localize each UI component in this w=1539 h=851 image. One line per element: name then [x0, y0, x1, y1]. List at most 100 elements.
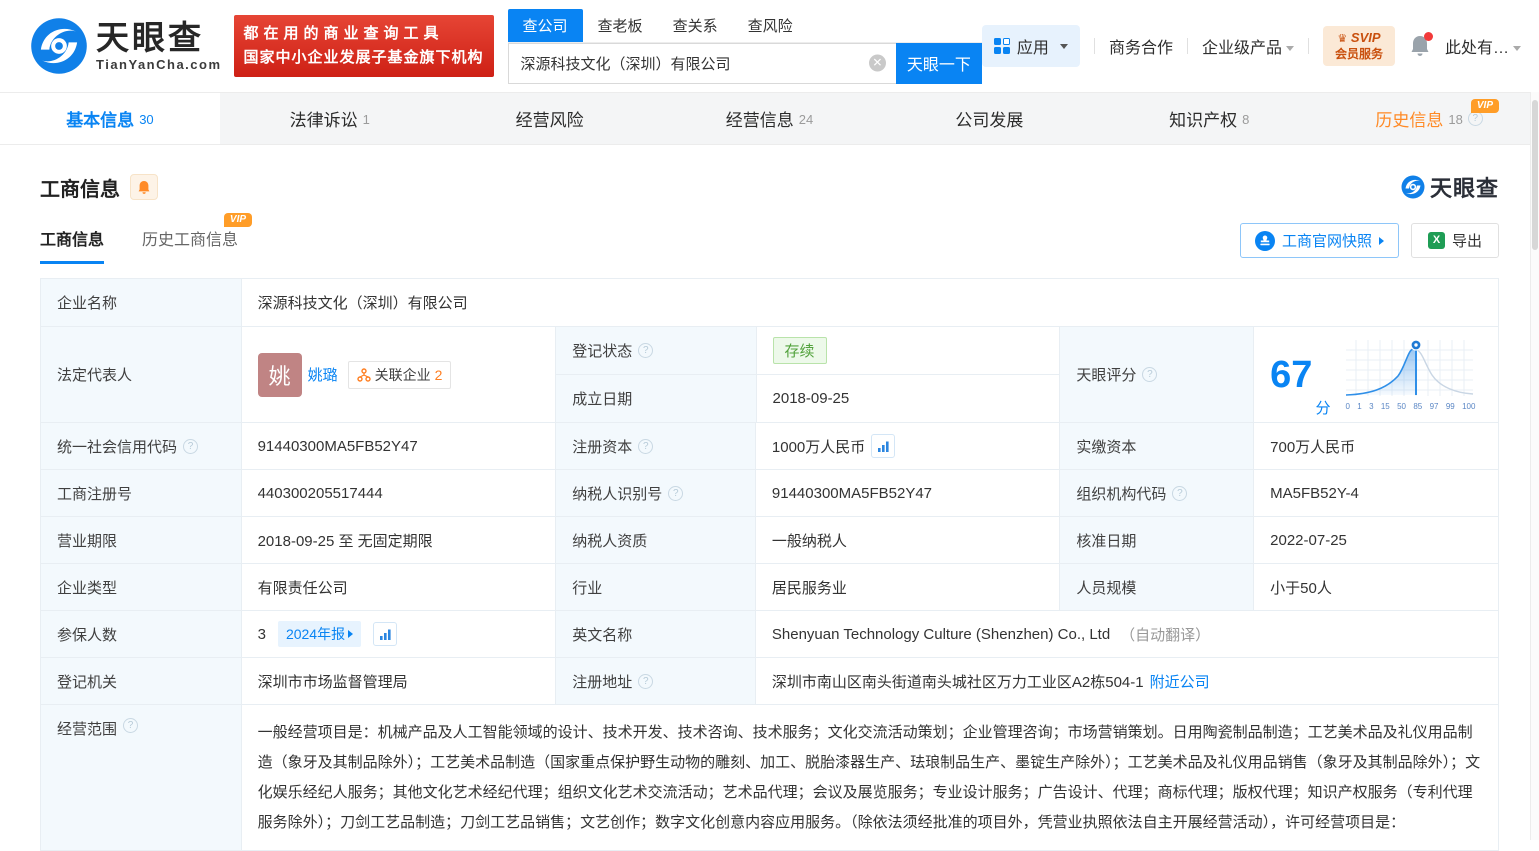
related-count: 2 [434, 366, 443, 383]
legal-rep-label: 法定代表人 [41, 327, 241, 422]
reg-no-value: 440300205517444 [240, 470, 556, 516]
reg-status-label-cell: 登记状态 [556, 327, 756, 374]
search-tab-relation[interactable]: 查关系 [658, 9, 733, 42]
excel-icon: X [1427, 232, 1445, 249]
reg-status-label: 登记状态 [572, 343, 633, 360]
tab-company-development[interactable]: 公司发展 [879, 93, 1099, 144]
subtab-history-registration[interactable]: VIP 历史工商信息 [142, 213, 253, 264]
help-icon[interactable] [668, 485, 684, 501]
uscc-label-cell: 统一社会信用代码 [41, 423, 241, 469]
help-icon[interactable] [638, 673, 654, 689]
establish-date-label: 成立日期 [556, 375, 756, 422]
nav-cooperation[interactable]: 商务合作 [1109, 34, 1173, 58]
crown-icon: ♛ [1337, 33, 1348, 45]
help-icon[interactable] [1467, 111, 1483, 126]
registry-value: 深圳市市场监督管理局 [240, 658, 556, 704]
registry-label: 登记机关 [41, 658, 241, 704]
nearby-companies-link[interactable]: 附近公司 [1150, 671, 1210, 692]
clear-search-icon[interactable]: ✕ [868, 54, 886, 72]
row-establish-date: 成立日期 2018-09-25 [556, 374, 1060, 422]
industry-label: 行业 [555, 564, 755, 610]
company-type-label: 企业类型 [41, 564, 241, 610]
scope-cell: 一般经营项目是：机械产品及人工智能领域的设计、技术开发、技术咨询、技术服务；文化… [240, 705, 1498, 850]
table-row-legal-rep: 法定代表人 姚 姚璐 关联企业 2 登记状态 存续 [41, 326, 1498, 422]
reg-capital-cell: 1000万人民币 [754, 423, 1060, 469]
tab-count: 18 [1448, 112, 1463, 127]
scope-value: 一般经营项目是：机械产品及人工智能领域的设计、技术开发、技术咨询、技术服务；文化… [257, 724, 1481, 831]
brand-text: 天眼查 TianYanCha.com [96, 20, 222, 72]
scope-label-cell: 经营范围 [41, 705, 241, 850]
search-box: ✕ [507, 42, 896, 84]
tab-operating-risk[interactable]: 经营风险 [440, 93, 660, 144]
avatar[interactable]: 姚 [257, 352, 302, 397]
help-icon[interactable] [638, 343, 654, 358]
industry-value: 居民服务业 [754, 564, 1060, 610]
tab-count: 8 [1242, 112, 1250, 127]
search-tab-company[interactable]: 查公司 [507, 8, 583, 42]
tab-intellectual-property[interactable]: 知识产权 8 [1099, 93, 1319, 144]
svip-member-badge[interactable]: ♛ SVIP 会员服务 [1322, 26, 1395, 66]
org-structure-icon [356, 367, 371, 382]
tab-basic-info[interactable]: 基本信息 30 [0, 93, 220, 144]
company-nav-tabs: 基本信息 30 法律诉讼 1 经营风险 经营信息 24 公司发展 知识产权 8 VIP … [0, 92, 1539, 145]
help-icon[interactable] [1172, 485, 1188, 501]
tab-count: 24 [798, 112, 814, 127]
taxpayer-id-label: 纳税人识别号 [572, 485, 663, 503]
en-name-cell: Shenyuan Technology Culture (Shenzhen) C… [754, 611, 1498, 657]
promo-line1: 都在用的商业查询工具 [243, 25, 444, 42]
score-label-cell: 天眼评分 [1059, 327, 1254, 422]
term-label: 营业期限 [41, 517, 241, 563]
search-tab-risk[interactable]: 查风险 [733, 9, 808, 42]
vip-badge: VIP [1470, 99, 1500, 113]
tianyancha-logo[interactable]: 天眼查 TianYanCha.com [30, 17, 222, 75]
tab-count: 30 [139, 112, 154, 127]
paid-capital-value: 700万人民币 [1253, 423, 1498, 469]
status-badge: 存续 [772, 337, 827, 364]
score-label: 天眼评分 [1076, 367, 1137, 384]
official-snapshot-button[interactable]: 工商官网快照 [1239, 223, 1399, 258]
user-menu[interactable]: 此处有… [1445, 34, 1521, 58]
export-label: 导出 [1451, 233, 1482, 250]
scrollbar-thumb[interactable] [1532, 100, 1538, 250]
help-icon[interactable] [183, 438, 199, 454]
address-cell: 深圳市南山区南头街道南头城社区万力工业区A2栋504-1 附近公司 [754, 658, 1498, 704]
help-icon[interactable] [1142, 367, 1158, 382]
divider [1093, 38, 1095, 54]
tab-history-info[interactable]: VIP 历史信息 18 [1319, 93, 1539, 144]
score-distribution-chart[interactable]: 0 1 3 15 50 85 97 99 100 [1342, 338, 1475, 411]
apps-menu[interactable]: 应用 [981, 25, 1080, 67]
table-row-insured: 参保人数 3 2024年报 英文名称 Shenyuan Technology C… [41, 610, 1498, 657]
watermark-logo: 天眼查 [1401, 171, 1499, 203]
subscribe-bell-icon[interactable] [130, 174, 158, 200]
help-icon[interactable] [123, 718, 139, 733]
help-icon[interactable] [638, 438, 654, 454]
row-reg-status: 登记状态 存续 [556, 327, 1059, 374]
user-name: 此处有… [1444, 40, 1509, 57]
export-button[interactable]: X 导出 [1410, 223, 1499, 258]
annual-report-chip[interactable]: 2024年报 [277, 621, 362, 647]
insured-trend-icon[interactable] [373, 622, 398, 646]
legal-rep-link[interactable]: 姚璐 [308, 364, 338, 385]
vip-badge: VIP [223, 213, 253, 227]
promo-line2: 国家中小企业发展子基金旗下机构 [243, 49, 484, 66]
related-companies-badge[interactable]: 关联企业 2 [347, 360, 452, 389]
subtab-label: 历史工商信息 [142, 232, 239, 249]
address-label: 注册地址 [572, 673, 633, 691]
score-cell[interactable]: 67 分 0 1 3 15 50 85 97 99 100 [1253, 327, 1498, 422]
tab-label: 基本信息 [66, 111, 135, 130]
chevron-down-icon [1285, 46, 1294, 52]
table-row-term: 营业期限 2018-09-25 至 无固定期限 纳税人资质 一般纳税人 核准日期… [41, 516, 1498, 563]
search-button[interactable]: 天眼一下 [895, 42, 982, 84]
tab-legal-litigation[interactable]: 法律诉讼 1 [220, 93, 440, 144]
search-tab-boss[interactable]: 查老板 [583, 9, 658, 42]
subtab-business-registration[interactable]: 工商信息 [40, 226, 105, 264]
reg-status-value-cell: 存续 [755, 327, 1060, 374]
search-input[interactable] [507, 42, 896, 84]
promo-banner: 都在用的商业查询工具 国家中小企业发展子基金旗下机构 [233, 15, 494, 77]
uscc-value: 91440300MA5FB52Y47 [240, 423, 556, 469]
tianyancha-logo-icon [31, 18, 87, 74]
nav-enterprise[interactable]: 企业级产品 [1202, 34, 1294, 58]
notification-bell-icon[interactable] [1409, 32, 1433, 58]
tab-business-info[interactable]: 经营信息 24 [660, 93, 880, 144]
capital-trend-icon[interactable] [871, 434, 896, 458]
